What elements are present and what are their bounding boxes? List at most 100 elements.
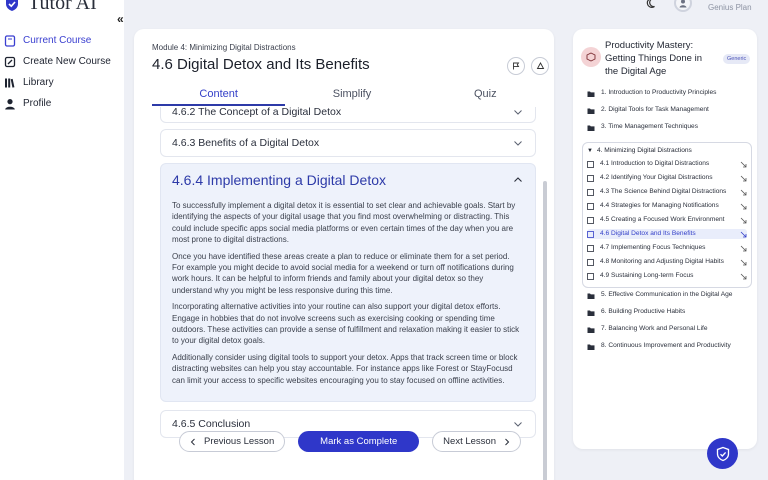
arrow-icon <box>740 231 747 237</box>
sidebar-item-library[interactable]: Library <box>4 72 122 93</box>
lesson-label: 4.6 Digital Detox and Its Benefits <box>600 229 696 237</box>
lesson-item[interactable]: 4.3 The Science Behind Digital Distracti… <box>587 187 747 197</box>
section-header[interactable]: 4.6.4 Implementing a Digital Detox <box>161 164 535 196</box>
previous-lesson-label: Previous Lesson <box>204 436 275 447</box>
caret-down-icon: ▼ <box>587 147 593 154</box>
shield-assistant-icon <box>716 446 729 461</box>
lesson-label: 4.3 The Science Behind Digital Distracti… <box>600 187 727 195</box>
lesson-label: 4.9 Sustaining Long-term Focus <box>600 271 694 279</box>
scrollbar[interactable] <box>543 181 547 480</box>
recycle-icon <box>536 61 544 69</box>
sidebar: Tutor AI Current Course Create New Cours… <box>0 0 124 480</box>
lesson-footer: Previous Lesson Mark as Complete Next Le… <box>179 431 521 452</box>
sidebar-item-label: Current Course <box>23 35 92 46</box>
sidebar-item-label: Create New Course <box>23 56 111 67</box>
lesson-title: 4.6 Digital Detox and Its Benefits <box>152 56 370 73</box>
recycle-button[interactable] <box>531 57 549 75</box>
module-item[interactable]: 6. Building Productive Habits <box>587 308 747 325</box>
tab-quiz[interactable]: Quiz <box>419 85 552 107</box>
lesson-item[interactable]: 4.1 Introduction to Digital Distractions <box>587 159 747 169</box>
lesson-item[interactable]: 4.2 Identifying Your Digital Distraction… <box>587 173 747 183</box>
section-title: 4.6.2 The Concept of a Digital Detox <box>172 107 342 118</box>
top-bar: Genius Plan <box>646 0 768 12</box>
sidebar-item-profile[interactable]: Profile <box>4 93 122 114</box>
course-outline: Productivity Mastery: Getting Things Don… <box>573 29 757 449</box>
lesson-label: 4.8 Monitoring and Adjusting Digital Hab… <box>600 257 724 265</box>
sidebar-item-label: Library <box>23 77 54 88</box>
course-icon <box>581 47 601 67</box>
document-icon <box>587 216 594 224</box>
next-lesson-label: Next Lesson <box>443 436 496 447</box>
module-item[interactable]: 2. Digital Tools for Task Management <box>587 106 747 123</box>
module-item[interactable]: 1. Introduction to Productivity Principl… <box>587 89 747 106</box>
chevron-right-icon <box>505 438 510 445</box>
folder-icon <box>587 91 595 97</box>
module-label: Module 4: Minimizing Digital Distraction… <box>152 43 296 52</box>
module-header[interactable]: ▼ 4. Minimizing Digital Distractions <box>587 147 747 154</box>
user-avatar-icon <box>679 0 687 8</box>
folder-icon <box>587 327 595 333</box>
course-title: Productivity Mastery: Getting Things Don… <box>605 40 702 77</box>
next-lesson-button[interactable]: Next Lesson <box>432 431 521 452</box>
module-label: 5. Effective Communication in the Digita… <box>601 291 733 298</box>
section-4-6-2[interactable]: 4.6.2 The Concept of a Digital Detox <box>160 107 536 123</box>
module-item[interactable]: 3. Time Management Techniques <box>587 123 747 140</box>
avatar[interactable] <box>674 0 692 12</box>
sidebar-item-create-course[interactable]: Create New Course <box>4 51 122 72</box>
sections-list[interactable]: 4.6.2 The Concept of a Digital Detox 4.6… <box>160 107 536 447</box>
module-label: 4. Minimizing Digital Distractions <box>596 147 692 154</box>
arrow-icon <box>740 189 747 195</box>
document-icon <box>587 202 594 210</box>
assistant-button[interactable] <box>707 438 738 469</box>
document-icon <box>587 258 594 266</box>
section-4-6-3[interactable]: 4.6.3 Benefits of a Digital Detox <box>160 129 536 157</box>
collapse-sidebar-icon[interactable]: « <box>117 12 124 26</box>
sidebar-item-current-course[interactable]: Current Course <box>4 30 122 51</box>
module-list: 1. Introduction to Productivity Principl… <box>582 89 752 359</box>
lesson-item[interactable]: 4.5 Creating a Focused Work Environment <box>587 215 747 225</box>
previous-lesson-button[interactable]: Previous Lesson <box>179 431 286 452</box>
arrow-icon <box>740 273 747 279</box>
chevron-up-icon <box>514 177 522 182</box>
lesson-item-active[interactable]: 4.6 Digital Detox and Its Benefits <box>587 229 747 239</box>
document-icon <box>587 160 594 168</box>
mark-complete-button[interactable]: Mark as Complete <box>298 431 420 452</box>
chevron-down-icon <box>514 141 522 146</box>
moon-icon[interactable] <box>646 0 658 9</box>
sidebar-item-label: Profile <box>23 98 52 109</box>
flag-button[interactable] <box>507 57 525 75</box>
section-header: 4.6.3 Benefits of a Digital Detox <box>161 130 535 156</box>
book-icon <box>4 34 16 47</box>
lesson-item[interactable]: 4.4 Strategies for Managing Notification… <box>587 201 747 211</box>
document-icon <box>587 188 594 196</box>
arrow-icon <box>740 175 747 181</box>
folder-icon <box>587 310 595 316</box>
active-tab-indicator <box>152 104 285 106</box>
course-type-badge: Generic <box>723 54 751 64</box>
lesson-panel: Module 4: Minimizing Digital Distraction… <box>134 29 554 480</box>
module-label: 7. Balancing Work and Personal Life <box>601 325 708 332</box>
module-label: 2. Digital Tools for Task Management <box>601 106 709 113</box>
folder-icon <box>587 293 595 299</box>
library-icon <box>5 78 15 88</box>
section-title: 4.6.4 Implementing a Digital Detox <box>172 172 386 188</box>
arrow-icon <box>740 259 747 265</box>
tab-simplify[interactable]: Simplify <box>285 85 418 107</box>
paragraph: To successfully implement a digital deto… <box>172 201 516 245</box>
arrow-icon <box>740 245 747 251</box>
brand-name: Tutor AI <box>28 0 97 14</box>
folder-icon <box>587 125 595 131</box>
paragraph: Incorporating alternative activities int… <box>172 302 520 346</box>
chevron-down-icon <box>514 110 522 115</box>
brand: Tutor AI <box>4 0 97 15</box>
lesson-item[interactable]: 4.9 Sustaining Long-term Focus <box>587 271 747 281</box>
lesson-label: 4.5 Creating a Focused Work Environment <box>600 215 725 223</box>
module-item[interactable]: 8. Continuous Improvement and Productivi… <box>587 342 747 359</box>
lesson-item[interactable]: 4.8 Monitoring and Adjusting Digital Hab… <box>587 257 747 267</box>
cube-icon <box>586 52 596 62</box>
lesson-label: 4.1 Introduction to Digital Distractions <box>600 159 710 167</box>
user-icon <box>5 98 15 109</box>
module-item[interactable]: 5. Effective Communication in the Digita… <box>587 291 747 308</box>
module-item[interactable]: 7. Balancing Work and Personal Life <box>587 325 747 342</box>
lesson-item[interactable]: 4.7 Implementing Focus Techniques <box>587 243 747 253</box>
